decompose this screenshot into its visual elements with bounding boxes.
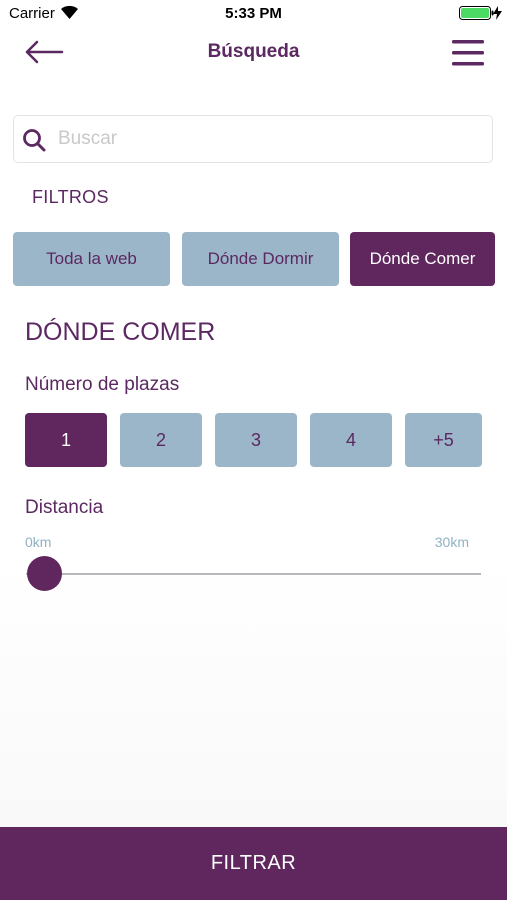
status-time: 5:33 PM: [225, 5, 282, 22]
seat-option-3[interactable]: 3: [215, 413, 297, 467]
filter-button-label: FILTRAR: [210, 852, 297, 874]
hamburger-menu-icon[interactable]: [452, 39, 484, 66]
page-title: Búsqueda: [207, 41, 300, 62]
section-title: DÓNDE COMER: [25, 318, 216, 346]
tab-donde-comer[interactable]: Dónde Comer: [350, 232, 495, 286]
filters-heading: FILTROS: [32, 187, 109, 207]
seats-label: Número de plazas: [25, 374, 180, 395]
charging-bolt-icon: [493, 6, 502, 20]
distance-min-label: 0km: [25, 534, 52, 550]
seat-option-1[interactable]: 1: [25, 413, 107, 467]
distance-slider[interactable]: [26, 556, 481, 592]
search-bar: [13, 115, 493, 163]
distance-max-label: 30km: [434, 534, 469, 550]
slider-track[interactable]: [26, 573, 481, 575]
tab-toda-la-web[interactable]: Toda la web: [13, 232, 170, 286]
seat-option-2[interactable]: 2: [120, 413, 202, 467]
slider-thumb[interactable]: [27, 556, 63, 591]
tab-label: Toda la web: [46, 249, 137, 268]
tab-label: Dónde Comer: [369, 249, 476, 268]
search-icon: [23, 129, 46, 152]
search-screen: Carrier 5:33 PM Búsqueda FILTR: [0, 0, 507, 900]
distance-label: Distancia: [25, 497, 104, 518]
filter-button[interactable]: FILTRAR: [0, 827, 507, 900]
status-bar: Carrier 5:33 PM: [0, 0, 507, 28]
search-input[interactable]: [58, 124, 478, 154]
seat-option-4[interactable]: 4: [310, 413, 392, 467]
tab-label: Dónde Dormir: [207, 249, 314, 268]
seat-option-5-plus[interactable]: +5: [405, 413, 482, 467]
battery-icon: [459, 6, 494, 20]
tab-donde-dormir[interactable]: Dónde Dormir: [182, 232, 339, 286]
navigation-bar: Búsqueda: [0, 28, 507, 78]
